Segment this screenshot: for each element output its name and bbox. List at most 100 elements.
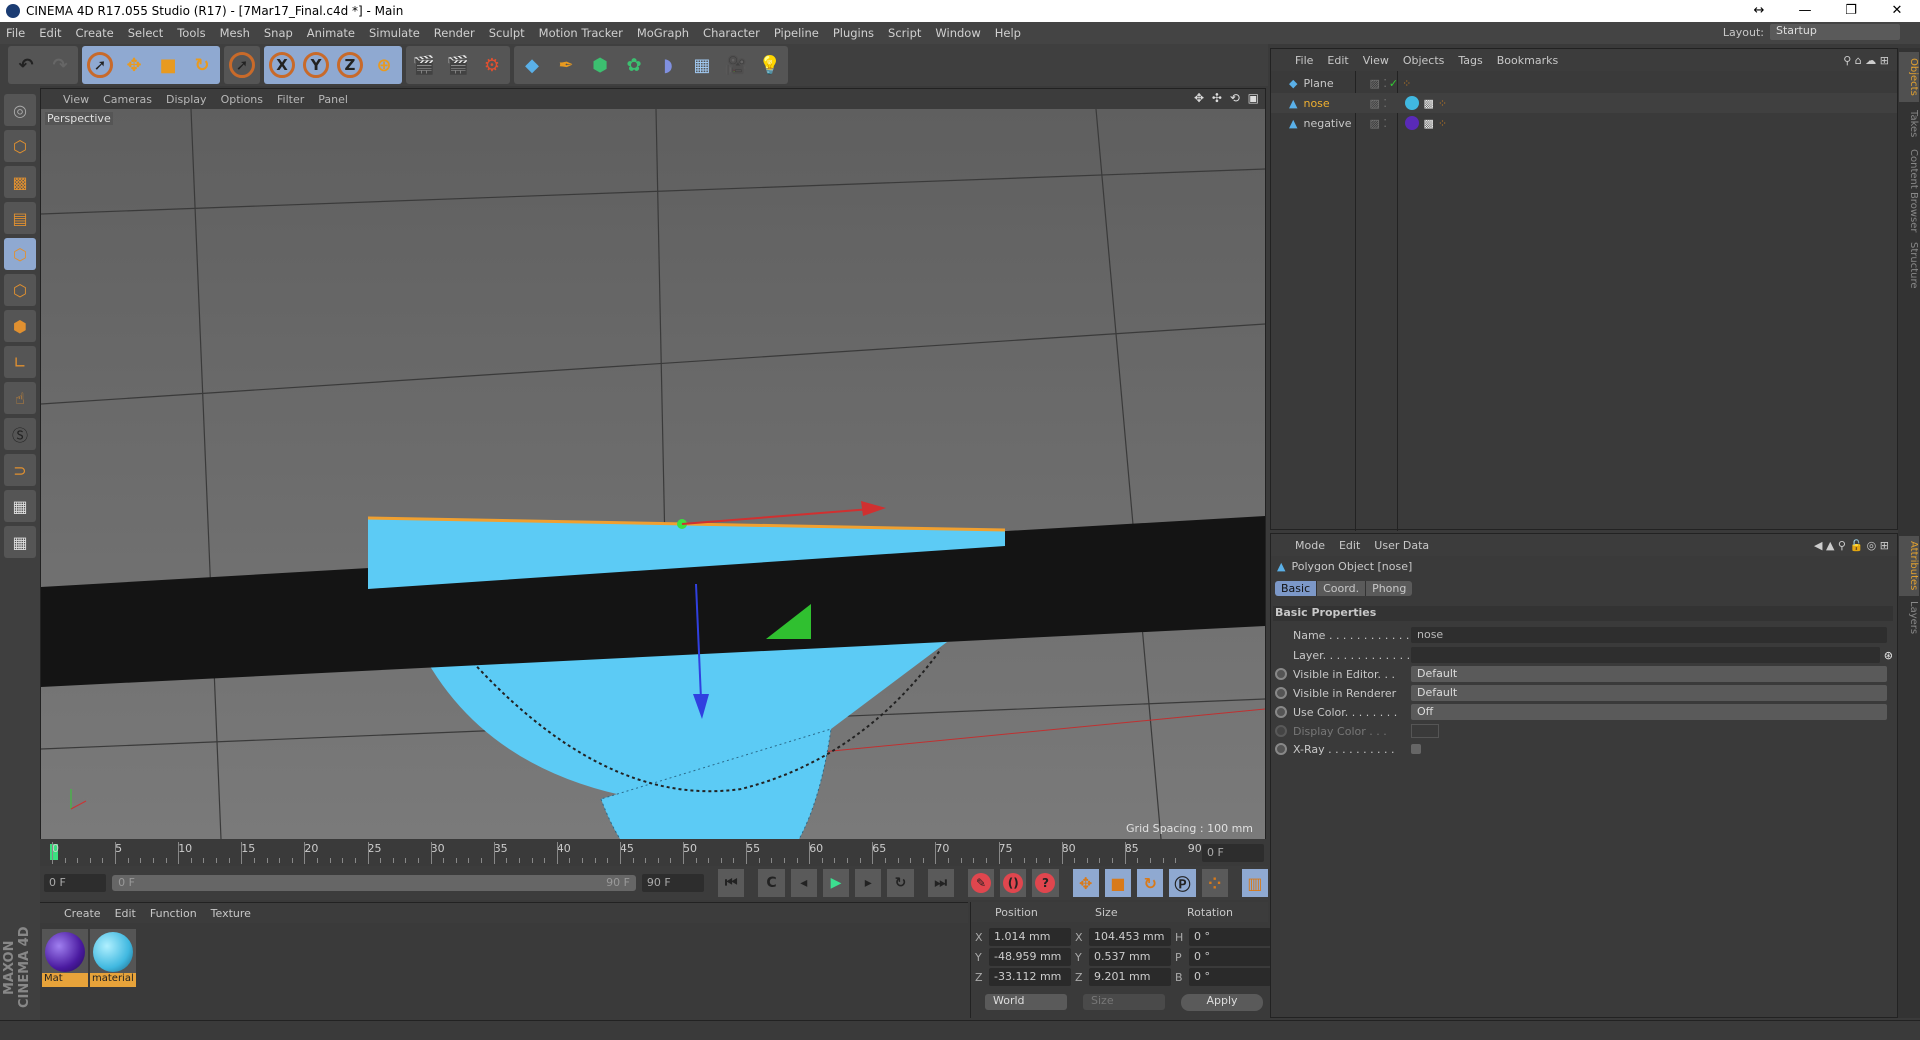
record-position-icon[interactable]: ✥ bbox=[1072, 869, 1099, 897]
viewport-navigation-icons[interactable]: ✥ ✣ ⟲ ▣ bbox=[1194, 91, 1261, 105]
polygons-mode-icon[interactable]: ⬢ bbox=[4, 310, 36, 342]
planar-workplane-icon[interactable]: ▦ bbox=[4, 526, 36, 558]
menu-motion-tracker[interactable]: Motion Tracker bbox=[539, 26, 623, 40]
material-menu-texture[interactable]: Texture bbox=[211, 907, 251, 920]
tab-coord[interactable]: Coord. bbox=[1316, 581, 1366, 596]
visible-editor-dropdown[interactable]: Default bbox=[1411, 666, 1887, 682]
position-x-field[interactable]: 1.014 mm bbox=[989, 928, 1071, 946]
object-row-plane[interactable]: ◆ Plane ▨ ⁚ ✓ ⁘ bbox=[1271, 73, 1897, 93]
object-row-negative[interactable]: ▲ negative ▨ ⁚ ▩ ⁘ bbox=[1271, 113, 1897, 133]
menu-mograph[interactable]: MoGraph bbox=[637, 26, 689, 40]
objects-menu-file[interactable]: File bbox=[1295, 54, 1313, 67]
current-frame-field[interactable]: 0 F bbox=[1202, 844, 1264, 862]
y-axis-lock-icon[interactable]: Y bbox=[300, 48, 332, 82]
move-icon[interactable]: ✥ bbox=[118, 48, 150, 82]
menu-mesh[interactable]: Mesh bbox=[220, 26, 250, 40]
record-point-level-icon[interactable]: ⁘ bbox=[1201, 869, 1228, 897]
size-z-field[interactable]: 9.201 mm bbox=[1089, 968, 1171, 986]
attributes-menu-user-data[interactable]: User Data bbox=[1374, 539, 1429, 552]
menu-help[interactable]: Help bbox=[995, 26, 1021, 40]
object-row-nose[interactable]: ▲ nose ▨ ⁚ ▩ ⁘ bbox=[1271, 93, 1897, 113]
go-to-start-icon[interactable]: ⏮ bbox=[718, 869, 745, 897]
material-menu-function[interactable]: Function bbox=[150, 907, 197, 920]
light-icon[interactable]: 💡 bbox=[754, 48, 786, 82]
animate-radio-icon[interactable] bbox=[1275, 687, 1287, 699]
texture-tag-icon[interactable]: ▩ bbox=[1423, 97, 1433, 110]
viewport-menu-filter[interactable]: Filter bbox=[277, 93, 304, 106]
menu-render[interactable]: Render bbox=[434, 26, 475, 40]
viewport-menu-options[interactable]: Options bbox=[221, 93, 263, 106]
texture-tag-icon[interactable]: ▩ bbox=[1423, 117, 1433, 130]
workplane-mode-icon[interactable]: ▤ bbox=[4, 202, 36, 234]
objects-menu-edit[interactable]: Edit bbox=[1327, 54, 1348, 67]
visibility-toggle-icon[interactable]: ▨ ⁚ bbox=[1369, 77, 1386, 90]
size-mode-dropdown[interactable]: Size bbox=[1083, 994, 1165, 1010]
menu-edit[interactable]: Edit bbox=[39, 26, 61, 40]
deformer-icon[interactable]: ◗ bbox=[652, 48, 684, 82]
go-to-end-icon[interactable]: ⏭ bbox=[927, 869, 954, 897]
z-axis-lock-icon[interactable]: Z bbox=[334, 48, 366, 82]
viewport-menu-cameras[interactable]: Cameras bbox=[103, 93, 152, 106]
visibility-toggle-icon[interactable]: ▨ ⁚ bbox=[1369, 117, 1405, 130]
end-frame-field[interactable]: 90 F bbox=[641, 874, 705, 892]
rotation-b-field[interactable]: 0 ° bbox=[1189, 968, 1271, 986]
solo-icon[interactable]: Ⓢ bbox=[4, 418, 36, 450]
side-tab-layers[interactable]: Layers bbox=[1899, 598, 1919, 638]
side-tab-takes[interactable]: Takes bbox=[1899, 104, 1919, 144]
next-key-icon[interactable]: ↻ bbox=[887, 869, 914, 897]
live-selection-icon[interactable]: ➚ bbox=[84, 48, 116, 82]
cloner-icon[interactable]: ✿ bbox=[618, 48, 650, 82]
layer-field[interactable] bbox=[1411, 647, 1880, 663]
resize-icon[interactable]: ↔ bbox=[1736, 0, 1782, 22]
coordinate-space-dropdown[interactable]: World bbox=[985, 994, 1067, 1010]
keyframe-selection-icon[interactable]: ? bbox=[1032, 869, 1059, 897]
rotate-icon[interactable]: ↻ bbox=[186, 48, 218, 82]
viewport-menu-display[interactable]: Display bbox=[166, 93, 207, 106]
size-y-field[interactable]: 0.537 mm bbox=[1089, 948, 1171, 966]
side-tab-attributes[interactable]: Attributes bbox=[1899, 536, 1919, 596]
apply-button[interactable]: Apply bbox=[1181, 994, 1263, 1011]
rotation-h-field[interactable]: 0 ° bbox=[1189, 928, 1271, 946]
tab-phong[interactable]: Phong bbox=[1365, 581, 1413, 596]
phong-tag-icon[interactable]: ⁘ bbox=[1402, 77, 1411, 90]
visibility-toggle-icon[interactable]: ▨ ⁚ bbox=[1369, 97, 1405, 110]
material-swatch-mat[interactable]: Mat bbox=[42, 929, 88, 987]
workplane-lock-icon[interactable]: ▦ bbox=[4, 490, 36, 522]
autokey-icon[interactable]: () bbox=[1000, 869, 1027, 897]
side-tab-content-browser[interactable]: Content Browser bbox=[1899, 146, 1919, 236]
animate-radio-icon[interactable] bbox=[1275, 706, 1287, 718]
render-settings-icon[interactable]: ⚙ bbox=[476, 48, 508, 82]
material-menu-edit[interactable]: Edit bbox=[115, 907, 136, 920]
record-scale-icon[interactable]: ■ bbox=[1104, 869, 1132, 897]
menu-script[interactable]: Script bbox=[888, 26, 921, 40]
side-tab-structure[interactable]: Structure bbox=[1899, 238, 1919, 293]
next-frame-icon[interactable]: ▸ bbox=[855, 869, 882, 897]
objects-menu-view[interactable]: View bbox=[1363, 54, 1389, 67]
size-x-field[interactable]: 104.453 mm bbox=[1089, 928, 1171, 946]
animate-radio-icon[interactable] bbox=[1275, 668, 1287, 680]
timeline-ruler[interactable]: 0 5 10 15 20 25 30 35 40 45 50 55 60 65 70 75 80 85 90 0 F bbox=[40, 840, 1268, 866]
menu-file[interactable]: File bbox=[6, 26, 25, 40]
position-y-field[interactable]: -48.959 mm bbox=[989, 948, 1071, 966]
viewport-menu-panel[interactable]: Panel bbox=[318, 93, 348, 106]
subdivision-surface-icon[interactable]: ⬢ bbox=[584, 48, 616, 82]
enabled-check-icon[interactable]: ✓ bbox=[1389, 77, 1398, 90]
name-input[interactable]: nose bbox=[1411, 627, 1887, 643]
menu-select[interactable]: Select bbox=[128, 26, 163, 40]
maximize-button[interactable]: ❐ bbox=[1828, 0, 1874, 22]
menu-create[interactable]: Create bbox=[76, 26, 114, 40]
menu-simulate[interactable]: Simulate bbox=[369, 26, 420, 40]
objects-search-home-icons[interactable]: ⚲ ⌂ ☁ ⊞ bbox=[1843, 54, 1889, 67]
use-color-dropdown[interactable]: Off bbox=[1411, 704, 1887, 720]
attributes-nav-icons[interactable]: ◀ ▲ ⚲ 🔓 ◎ ⊞ bbox=[1814, 539, 1889, 552]
position-z-field[interactable]: -33.112 mm bbox=[989, 968, 1071, 986]
layer-picker-icon[interactable]: ⊛ bbox=[1884, 649, 1893, 662]
tab-basic[interactable]: Basic bbox=[1275, 581, 1317, 596]
perspective-viewport[interactable]: View Cameras Display Options Filter Pane… bbox=[40, 88, 1266, 897]
material-tag-icon[interactable] bbox=[1405, 116, 1420, 130]
xray-checkbox[interactable] bbox=[1411, 744, 1421, 754]
viewport-canvas[interactable]: Perspective Grid Spacing : 100 mm bbox=[40, 108, 1266, 897]
phong-tag-icon[interactable]: ⁘ bbox=[1438, 97, 1447, 110]
menu-snap[interactable]: Snap bbox=[264, 26, 293, 40]
texture-mode-icon[interactable]: ▩ bbox=[4, 166, 36, 198]
